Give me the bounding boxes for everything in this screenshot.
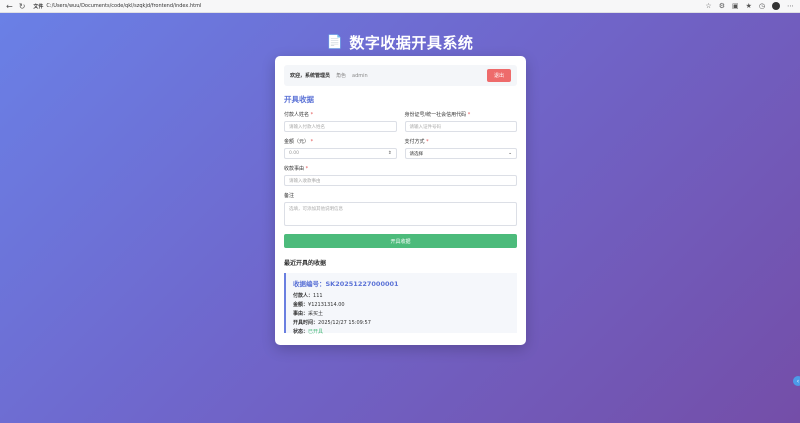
id-label: 身份证号/统一社会信用代码 [404,112,467,118]
receipt-reason: 采买土 [308,311,324,317]
amount-label: 金额： [293,302,309,308]
remark-textarea[interactable]: 选填，可添加其他说明信息 [284,202,517,226]
required-mark: * [310,112,314,118]
amount-value: 0.00 [289,151,300,156]
receipt-payer: 111 [313,293,323,299]
required-mark: * [305,166,309,172]
status-label: 状态： [293,329,309,335]
form-row-2: 金额（元） * 0.00 ⇕ 支付方式 * 请选择 ⌄ [284,132,517,159]
status-badge: 已开具 [308,329,324,335]
reload-icon[interactable]: ↻ [19,2,26,11]
split-icon[interactable]: ▣ [732,2,739,10]
amount-input[interactable]: 0.00 ⇕ [284,148,397,159]
payment-method-select[interactable]: 请选择 ⌄ [404,148,517,159]
remark-field: 备注 选填，可添加其他说明信息 [284,192,517,226]
reason-input[interactable]: 请输入收款事由 [284,175,517,186]
id-input[interactable]: 请输入证件号码 [404,121,517,132]
logout-button[interactable]: 退出 [486,69,511,82]
amount-field: 金额（元） * 0.00 ⇕ [284,138,397,159]
submit-receipt-button[interactable]: 开具收据 [284,234,517,248]
payment-label: 支付方式 [404,139,425,145]
browser-nav: ← ↻ [6,2,25,11]
remark-label: 备注 [284,193,295,199]
document-icon: 📄 [326,35,344,50]
page-background: 📄 数字收据开具系统 便捷、高效、安全的电子收据管理平台 欢迎，系统管理员 角色… [0,13,800,423]
required-mark: * [467,112,471,118]
time-label: 开具时间： [293,320,319,326]
main-card: 欢迎，系统管理员 角色 admin 退出 开具收据 付款人姓名 * 请输入付款人… [275,56,526,345]
star-icon[interactable]: ☆ [705,2,711,10]
receipt-amount: ¥12131314.00 [308,302,345,308]
history-icon[interactable]: ◷ [759,2,765,10]
payer-label: 付款人： [293,293,314,299]
payer-name-label: 付款人姓名 [284,112,310,118]
amount-label: 金额（元） [284,139,310,145]
required-mark: * [426,139,429,145]
recent-receipts-title: 最近开具的收据 [284,260,327,267]
receipt-time: 2025/12/27 15:09:57 [318,320,371,326]
receipt-no-label: 收据编号： [293,280,326,288]
role-value: admin [352,72,368,79]
browser-actions: ☆ ⚙ ▣ ★ ◷ ⋯ [705,2,794,10]
payment-selected-value: 请选择 [409,151,424,157]
id-field: 身份证号/统一社会信用代码 * 请输入证件号码 [404,111,517,132]
url-text: C:/Users/wuu/Documents/code/qkl/szqkjd/f… [46,3,202,9]
role-label: 角色 [336,73,347,79]
page-title: 数字收据开具系统 [349,34,474,52]
receipt-card: 收据编号：SK20251227000001 付款人：111 金额：¥121313… [284,273,517,335]
reason-field: 收款事由 * 请输入收款事由 [284,165,517,186]
reason-label: 收款事由 [284,166,305,172]
side-expand-button[interactable]: ‹ [793,376,800,386]
payer-name-field: 付款人姓名 * 请输入付款人姓名 [284,111,397,132]
form-row-1: 付款人姓名 * 请输入付款人姓名 身份证号/统一社会信用代码 * 请输入证件号码 [284,105,517,132]
required-mark: * [310,139,314,145]
address-bar[interactable]: 文件 C:/Users/wuu/Documents/code/qkl/szqkj… [33,3,201,10]
payer-name-input[interactable]: 请输入付款人姓名 [284,121,397,132]
browser-toolbar: ← ↻ 文件 C:/Users/wuu/Documents/code/qkl/s… [0,0,800,13]
menu-icon[interactable]: ⋯ [787,2,794,10]
reason-label: 事由： [293,311,309,317]
receipt-no: SK20251227000001 [325,280,399,288]
back-icon[interactable]: ← [6,2,13,11]
favorites-icon[interactable]: ★ [746,2,752,10]
welcome-text: 欢迎，系统管理员 [290,73,331,79]
extensions-icon[interactable]: ⚙ [719,2,725,10]
chevron-down-icon: ⌄ [508,151,512,156]
chevron-left-icon: ‹ [796,377,800,385]
payment-method-field: 支付方式 * 请选择 ⌄ [404,138,517,159]
stepper-icon[interactable]: ⇕ [388,151,392,156]
form-section-title: 开具收据 [284,95,314,104]
url-tag: 文件 [33,3,44,10]
user-bar: 欢迎，系统管理员 角色 admin 退出 [284,65,517,86]
avatar[interactable] [772,2,780,10]
